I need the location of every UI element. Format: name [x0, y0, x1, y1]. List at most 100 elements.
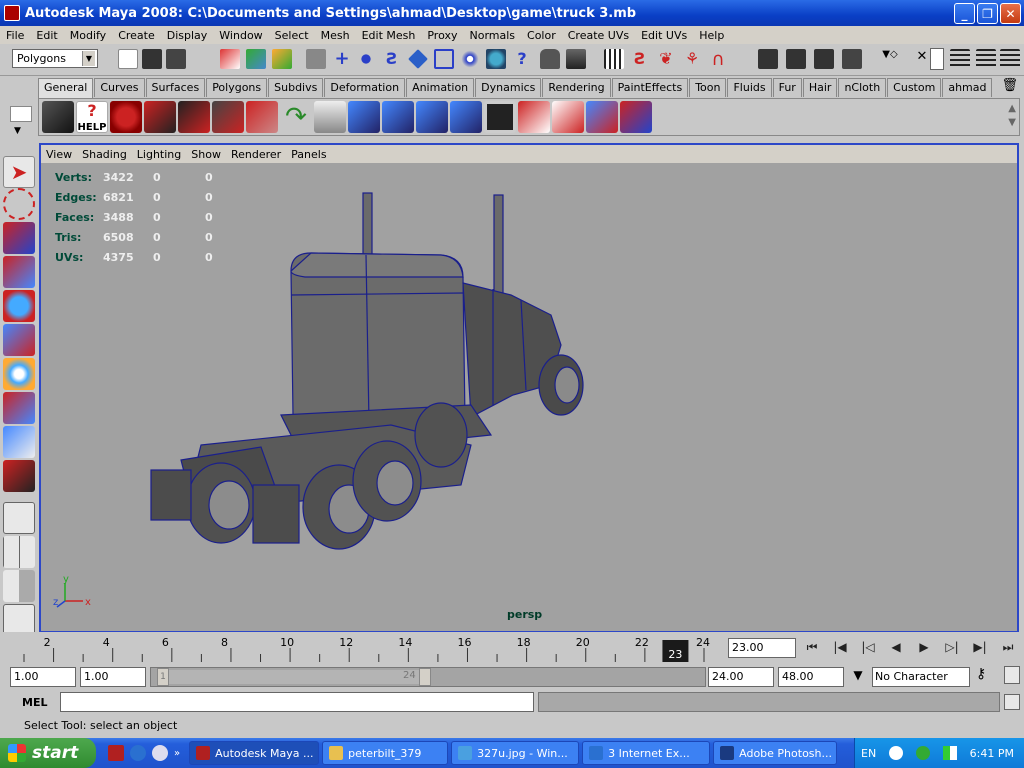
- go-to-start-icon[interactable]: ⏮: [800, 636, 824, 658]
- minimize-button[interactable]: _: [954, 3, 975, 24]
- four-pane-layout-icon[interactable]: [3, 536, 35, 568]
- truck-model[interactable]: [141, 185, 601, 555]
- shelf-tab-custom[interactable]: Custom: [887, 78, 942, 97]
- close-button[interactable]: ✕: [1000, 3, 1021, 24]
- last-tool-icon[interactable]: [3, 460, 35, 492]
- tray-clock[interactable]: 6:41 PM: [970, 747, 1014, 760]
- ipr-render-icon[interactable]: ❦: [656, 49, 676, 69]
- shelf-tab-fur[interactable]: Fur: [772, 78, 802, 97]
- shelf-tab-general[interactable]: General: [38, 78, 94, 98]
- taskbar-item[interactable]: peterbilt_379: [322, 741, 449, 765]
- select-tool-icon[interactable]: ➤: [3, 156, 35, 188]
- snap-view-plane-icon[interactable]: [408, 49, 428, 69]
- perspective-viewport[interactable]: View Shading Lighting Show Renderer Panels Ve…: [39, 143, 1019, 633]
- step-back-key-icon[interactable]: |◁: [856, 636, 880, 658]
- shelf-tab-dynamics[interactable]: Dynamics: [475, 78, 542, 97]
- tray-signal-icon[interactable]: [942, 746, 957, 760]
- shelf-move-icon[interactable]: [144, 101, 176, 133]
- auto-key-icon[interactable]: ⚷: [976, 666, 986, 682]
- shelf-tab-animation[interactable]: Animation: [406, 78, 475, 97]
- menu-color[interactable]: Color: [521, 29, 562, 42]
- shelf-tab-ahmad[interactable]: ahmad: [942, 78, 993, 97]
- trash-icon[interactable]: 🗑: [1001, 78, 1018, 93]
- open-scene-icon[interactable]: [142, 49, 162, 69]
- snap-curve-icon[interactable]: [356, 49, 376, 69]
- character-set-field[interactable]: No Character Set: [872, 667, 970, 701]
- menu-normals[interactable]: Normals: [463, 29, 521, 42]
- shelf-rotate-icon[interactable]: [178, 101, 210, 133]
- shelf-script-editor-icon[interactable]: [484, 101, 516, 133]
- shelf-tab-ncloth[interactable]: nCloth: [838, 78, 887, 97]
- menu-help[interactable]: Help: [693, 29, 730, 42]
- menu-edit-mesh[interactable]: Edit Mesh: [356, 29, 422, 42]
- animation-prefs-icon[interactable]: [1004, 666, 1020, 684]
- shelf-tab-polygons[interactable]: Polygons: [206, 78, 268, 97]
- mel-input[interactable]: [60, 692, 534, 712]
- shelf-paint-weights-icon[interactable]: [620, 101, 652, 133]
- language-indicator[interactable]: EN: [861, 747, 876, 760]
- history-icon[interactable]: [460, 49, 480, 69]
- shelf-tab-subdivs[interactable]: Subdivs: [268, 78, 324, 97]
- hypershade-icon[interactable]: ∩: [708, 49, 728, 70]
- snap-grid-icon[interactable]: +: [332, 49, 352, 69]
- clapper-icon[interactable]: [758, 49, 778, 69]
- menu-window[interactable]: Window: [213, 29, 268, 42]
- panel-menu-panels[interactable]: Panels: [286, 148, 331, 161]
- menu-create-uvs[interactable]: Create UVs: [562, 29, 635, 42]
- shelf-scroll-icon[interactable]: ▲ ▼: [1008, 102, 1016, 130]
- panel-menu-lighting[interactable]: Lighting: [132, 148, 186, 161]
- start-button[interactable]: start: [0, 738, 96, 768]
- shelf-hypergraph-icon[interactable]: [518, 101, 550, 133]
- shelf-component-editor-icon[interactable]: [586, 101, 618, 133]
- paint-select-tool-icon[interactable]: [3, 222, 35, 254]
- mel-label[interactable]: MEL: [22, 696, 47, 709]
- rotate-tool-icon[interactable]: [3, 290, 35, 322]
- tool-settings-icon[interactable]: [976, 49, 996, 69]
- shelf-help-icon[interactable]: ? HELP: [76, 101, 108, 133]
- shelf-wire-icon[interactable]: [450, 101, 482, 133]
- shelf-paint-icon[interactable]: [246, 101, 278, 133]
- play-backwards-icon[interactable]: ◀: [884, 636, 908, 658]
- lock-icon[interactable]: [540, 49, 560, 69]
- animation-start-field[interactable]: 1.00: [10, 667, 76, 687]
- quicklaunch-maya-icon[interactable]: [108, 745, 124, 761]
- panel-menu-renderer[interactable]: Renderer: [226, 148, 286, 161]
- shelf-scale-icon[interactable]: [212, 101, 244, 133]
- taskbar-item[interactable]: Adobe Photosh...: [713, 741, 838, 765]
- taskbar-item[interactable]: 3 Internet Ex...: [582, 741, 711, 765]
- shelf-tab-rendering[interactable]: Rendering: [542, 78, 611, 97]
- lasso-tool-icon[interactable]: [3, 188, 35, 220]
- menu-file[interactable]: File: [0, 29, 30, 42]
- range-slider[interactable]: 1 24: [150, 667, 706, 687]
- shelf-tab-painteffects[interactable]: PaintEffects: [611, 78, 689, 97]
- script-editor-icon[interactable]: [1004, 694, 1020, 710]
- single-pane-layout-icon[interactable]: [3, 502, 35, 534]
- render-frame-icon[interactable]: Ƨ: [630, 49, 650, 69]
- menu-edit-uvs[interactable]: Edit UVs: [635, 29, 693, 42]
- render-settings-icon[interactable]: ⚘: [682, 49, 702, 69]
- shelf-undo-icon[interactable]: ↷: [280, 101, 312, 133]
- shelf-cluster-icon[interactable]: [348, 101, 380, 133]
- range-bar[interactable]: [169, 670, 423, 684]
- menu-mesh[interactable]: Mesh: [315, 29, 356, 42]
- menu-create[interactable]: Create: [112, 29, 161, 42]
- quicklaunch-ie-icon[interactable]: [130, 745, 146, 761]
- tray-status-icon[interactable]: [915, 746, 930, 760]
- taskbar-item[interactable]: Autodesk Maya ...: [189, 741, 320, 765]
- shelf-tab-selector[interactable]: [10, 106, 32, 122]
- quicklaunch-desktop-icon[interactable]: [152, 745, 168, 761]
- shelf-select-icon[interactable]: [110, 101, 142, 133]
- select-object-icon[interactable]: [246, 49, 266, 69]
- shelf-tab-curves[interactable]: Curves: [94, 78, 145, 97]
- shelf-sculpt-icon[interactable]: [416, 101, 448, 133]
- panel-menu-view[interactable]: View: [41, 148, 77, 161]
- current-time-field[interactable]: 23.00: [728, 638, 796, 658]
- range-start-handle[interactable]: 1: [157, 668, 169, 686]
- step-forward-key-icon[interactable]: ▷|: [940, 636, 964, 658]
- move-tool-icon[interactable]: [3, 256, 35, 288]
- make-live-icon[interactable]: [434, 49, 454, 69]
- render-globe-icon[interactable]: [486, 49, 506, 69]
- scale-tool-icon[interactable]: [3, 324, 35, 356]
- show-manipulator-tool-icon[interactable]: [3, 426, 35, 458]
- outliner-layout-icon[interactable]: [3, 570, 35, 602]
